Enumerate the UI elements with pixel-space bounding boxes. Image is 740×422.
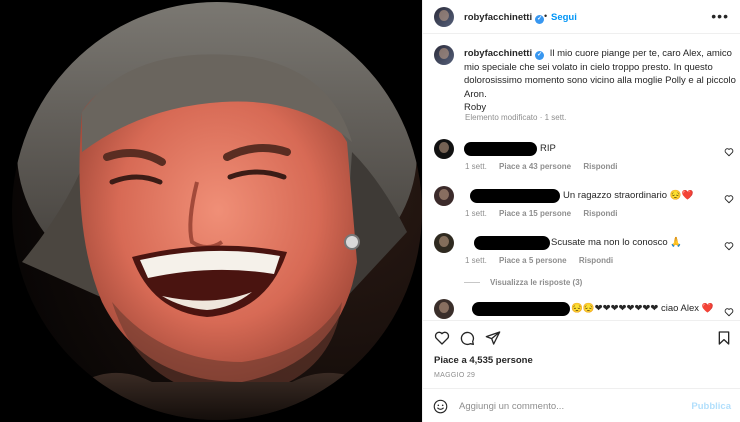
view-replies-link[interactable]: Visualizza le risposte (3)	[464, 278, 582, 287]
comment-text: Scusate ma non lo conosco 🙏	[551, 237, 683, 248]
post-panel: robyfacchinetti ✓ • Segui ••• robyfacchin…	[422, 0, 740, 422]
comment-time: 1 sett.	[465, 162, 487, 171]
comment-meta: 1 sett. Piace a 43 persone Rispondi	[465, 162, 628, 171]
comment-avatar[interactable]	[434, 299, 454, 319]
caption-username[interactable]: robyfacchinetti ✓	[464, 48, 545, 60]
redacted-username	[464, 142, 537, 156]
author-username[interactable]: robyfacchinetti ✓	[464, 12, 545, 24]
post-date: MAGGIO 29	[434, 372, 476, 379]
redacted-username	[474, 236, 550, 250]
like-comment-heart-icon[interactable]	[724, 241, 734, 251]
post-media[interactable]	[0, 0, 422, 422]
reply-button[interactable]: Rispondi	[583, 209, 617, 218]
add-comment-bar: Pubblica	[423, 388, 740, 422]
comment-avatar[interactable]	[434, 233, 454, 253]
emoji-icon[interactable]	[433, 399, 448, 414]
comment-text: 😔😔❤❤❤❤❤❤❤❤ ciao Alex ❤️	[571, 303, 714, 314]
comment-text: RIP	[540, 143, 556, 154]
comment-input[interactable]	[459, 397, 679, 415]
comment-text: Un ragazzo straordinario 😔❤️	[563, 190, 694, 201]
like-comment-heart-icon[interactable]	[724, 307, 734, 317]
follow-button[interactable]: Segui	[551, 12, 577, 23]
comment-time: 1 sett.	[465, 256, 487, 265]
comment-time: 1 sett.	[465, 209, 487, 218]
separator-dot: •	[544, 11, 548, 21]
comment-bubble-icon[interactable]	[459, 330, 475, 346]
post-likes-count[interactable]: Piace a 4,535 persone	[434, 355, 533, 366]
comment-avatar[interactable]	[434, 139, 454, 159]
comment-item: Scusate ma non lo conosco 🙏 1 sett. Piac…	[434, 233, 740, 269]
author-avatar[interactable]	[434, 7, 454, 27]
like-comment-heart-icon[interactable]	[724, 194, 734, 204]
post-photo	[12, 2, 422, 420]
redacted-username	[472, 302, 570, 316]
comment-item: RIP 1 sett. Piace a 43 persone Rispondi	[434, 139, 740, 175]
reply-button[interactable]: Rispondi	[583, 162, 617, 171]
comment-meta: 1 sett. Piace a 15 persone Rispondi	[465, 209, 628, 218]
share-paper-plane-icon[interactable]	[485, 330, 501, 346]
save-bookmark-icon[interactable]	[716, 330, 732, 346]
comment-item: Un ragazzo straordinario 😔❤️ 1 sett. Pia…	[434, 186, 740, 222]
reply-button[interactable]: Rispondi	[579, 256, 613, 265]
verified-badge-icon: ✓	[535, 51, 545, 60]
publish-button[interactable]: Pubblica	[691, 401, 731, 412]
caption-meta: Elemento modificato · 1 sett.	[465, 113, 567, 122]
caption-avatar[interactable]	[434, 45, 454, 65]
like-comment-heart-icon[interactable]	[724, 147, 734, 157]
comment-likes[interactable]: Piace a 43 persone	[499, 162, 571, 171]
comment-likes[interactable]: Piace a 5 persone	[499, 256, 567, 265]
comment-meta: 1 sett. Piace a 5 persone Rispondi	[465, 256, 623, 265]
comment-item: 😔😔❤❤❤❤❤❤❤❤ ciao Alex ❤️	[434, 299, 740, 319]
like-heart-icon[interactable]	[434, 330, 450, 346]
caption-signature: Roby	[464, 102, 487, 113]
post-header: robyfacchinetti ✓ • Segui •••	[423, 0, 740, 34]
comment-likes[interactable]: Piace a 15 persone	[499, 209, 571, 218]
redacted-username	[470, 189, 560, 203]
comment-avatar[interactable]	[434, 186, 454, 206]
caption-body: robyfacchinetti ✓ Il mio cuore piange per…	[464, 47, 736, 115]
verified-badge-icon: ✓	[535, 15, 545, 24]
more-options-icon[interactable]: •••	[711, 8, 729, 24]
